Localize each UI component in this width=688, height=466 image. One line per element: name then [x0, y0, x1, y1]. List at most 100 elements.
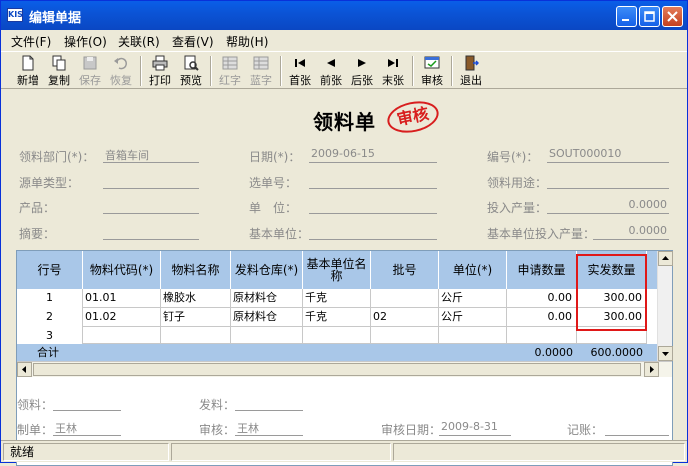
cell-batch[interactable]: 02 — [371, 308, 439, 327]
red-ink-button[interactable]: 红字 — [215, 54, 245, 88]
blue-ink-button[interactable]: 蓝字 — [246, 54, 276, 88]
source-type-field[interactable] — [103, 173, 199, 189]
date-field[interactable]: 2009-06-15 — [309, 147, 437, 163]
number-field[interactable]: SOUT000010 — [547, 147, 669, 163]
unit-field[interactable] — [309, 198, 437, 214]
col-material-name[interactable]: 物料名称 — [161, 251, 231, 289]
maximize-button[interactable] — [639, 6, 660, 27]
copy-icon — [52, 55, 66, 71]
new-button[interactable]: 新增 — [13, 54, 43, 88]
product-field[interactable] — [103, 198, 199, 214]
col-requested-qty[interactable]: 申请数量 — [507, 251, 577, 289]
bookkeeper-field[interactable] — [605, 420, 669, 436]
menu-related[interactable]: 关联(R) — [118, 33, 160, 50]
status-pane-3 — [393, 443, 685, 461]
first-button[interactable]: 首张 — [285, 54, 315, 88]
minimize-button[interactable] — [616, 6, 637, 27]
horizontal-scrollbar[interactable] — [17, 361, 672, 377]
red-ink-icon — [222, 56, 238, 70]
exit-door-icon — [465, 55, 479, 71]
cell-unit[interactable]: 公斤 — [439, 289, 507, 308]
cell-warehouse[interactable]: 原材料仓 — [231, 308, 303, 327]
cell-material-code[interactable] — [83, 327, 161, 344]
cell-warehouse[interactable] — [231, 327, 303, 344]
first-icon — [295, 59, 305, 67]
dept-field[interactable]: 音箱车间 — [103, 147, 199, 163]
cell-warehouse[interactable]: 原材料仓 — [231, 289, 303, 308]
toolbar-separator — [210, 56, 212, 86]
bookkeeper-label: 记账： — [567, 423, 604, 437]
blue-ink-icon — [253, 56, 269, 70]
dept-label: 领料部门(*)： — [19, 150, 95, 164]
copy-button[interactable]: 复制 — [44, 54, 74, 88]
base-unit-label: 基本单位： — [249, 227, 310, 241]
cell-material-name[interactable]: 钉子 — [161, 308, 231, 327]
exit-button[interactable]: 退出 — [456, 54, 486, 88]
issued-qty-highlight — [576, 254, 647, 331]
last-icon — [388, 59, 398, 67]
cell-requested-qty[interactable]: 0.00 — [507, 289, 577, 308]
table-row[interactable]: 2 01.02 钉子 原材料仓 千克 02 公斤 0.00 300.00 — [17, 308, 657, 327]
base-input-qty-field[interactable]: 0.0000 — [593, 224, 669, 240]
summary-field[interactable] — [103, 224, 199, 240]
col-batch[interactable]: 批号 — [371, 251, 439, 289]
title-bar[interactable]: KIS 编辑单据 — [1, 1, 687, 30]
table-row[interactable]: 1 01.01 橡胶水 原材料仓 千克 公斤 0.00 300.00 — [17, 289, 657, 308]
restore-button[interactable]: 恢复 — [106, 54, 136, 88]
col-warehouse[interactable]: 发料仓库(*) — [231, 251, 303, 289]
number-label: 编号(*)： — [487, 150, 539, 164]
arrow-up-icon — [662, 256, 669, 260]
audit-button[interactable]: 审核 — [417, 54, 447, 88]
audit-date-label: 审核日期： — [381, 423, 442, 437]
scroll-left-button[interactable] — [17, 362, 32, 377]
toolbar-separator — [280, 56, 282, 86]
next-button[interactable]: 后张 — [347, 54, 377, 88]
next-icon — [358, 59, 366, 67]
cell-requested-qty[interactable]: 0.00 — [507, 308, 577, 327]
cell-base-unit[interactable]: 千克 — [303, 289, 371, 308]
preview-button[interactable]: 预览 — [176, 54, 206, 88]
col-material-code[interactable]: 物料代码(*) — [83, 251, 161, 289]
cell-material-code[interactable]: 01.01 — [83, 289, 161, 308]
input-qty-field[interactable]: 0.0000 — [547, 198, 669, 214]
audit-date-field[interactable]: 2009-8-31 — [439, 420, 511, 436]
usage-field[interactable] — [547, 173, 669, 189]
menu-file[interactable]: 文件(F) — [11, 33, 51, 50]
table-row[interactable]: 3 — [17, 327, 657, 344]
scroll-thumb[interactable] — [33, 363, 641, 376]
col-row-no[interactable]: 行号 — [17, 251, 83, 289]
cell-requested-qty[interactable] — [507, 327, 577, 344]
col-unit[interactable]: 单位(*) — [439, 251, 507, 289]
auditor-field[interactable]: 王林 — [235, 420, 303, 436]
save-button[interactable]: 保存 — [75, 54, 105, 88]
col-base-unit[interactable]: 基本单位名称 — [303, 251, 371, 289]
unit-label: 单 位： — [249, 201, 298, 215]
cell-base-unit[interactable] — [303, 327, 371, 344]
cell-material-name[interactable]: 橡胶水 — [161, 289, 231, 308]
scroll-up-button[interactable] — [658, 251, 673, 266]
issuer-label: 发料： — [199, 398, 236, 412]
select-no-field[interactable] — [309, 173, 437, 189]
base-unit-field[interactable] — [309, 224, 437, 240]
menu-help[interactable]: 帮助(H) — [226, 33, 268, 50]
vertical-scrollbar[interactable] — [657, 251, 673, 361]
maker-field[interactable]: 王林 — [53, 420, 121, 436]
close-button[interactable] — [662, 6, 683, 27]
cell-material-code[interactable]: 01.02 — [83, 308, 161, 327]
menu-operation[interactable]: 操作(O) — [64, 33, 107, 50]
cell-batch[interactable] — [371, 327, 439, 344]
cell-base-unit[interactable]: 千克 — [303, 308, 371, 327]
issuer-field[interactable] — [235, 395, 303, 411]
cell-unit[interactable]: 公斤 — [439, 308, 507, 327]
prev-button[interactable]: 前张 — [316, 54, 346, 88]
scroll-down-button[interactable] — [658, 346, 673, 361]
cell-unit[interactable] — [439, 327, 507, 344]
maker-label: 制单： — [17, 423, 54, 437]
menu-view[interactable]: 查看(V) — [172, 33, 214, 50]
print-button[interactable]: 打印 — [145, 54, 175, 88]
cell-material-name[interactable] — [161, 327, 231, 344]
picker-field[interactable] — [53, 395, 121, 411]
scroll-right-button[interactable] — [644, 362, 659, 377]
cell-batch[interactable] — [371, 289, 439, 308]
last-button[interactable]: 末张 — [378, 54, 408, 88]
